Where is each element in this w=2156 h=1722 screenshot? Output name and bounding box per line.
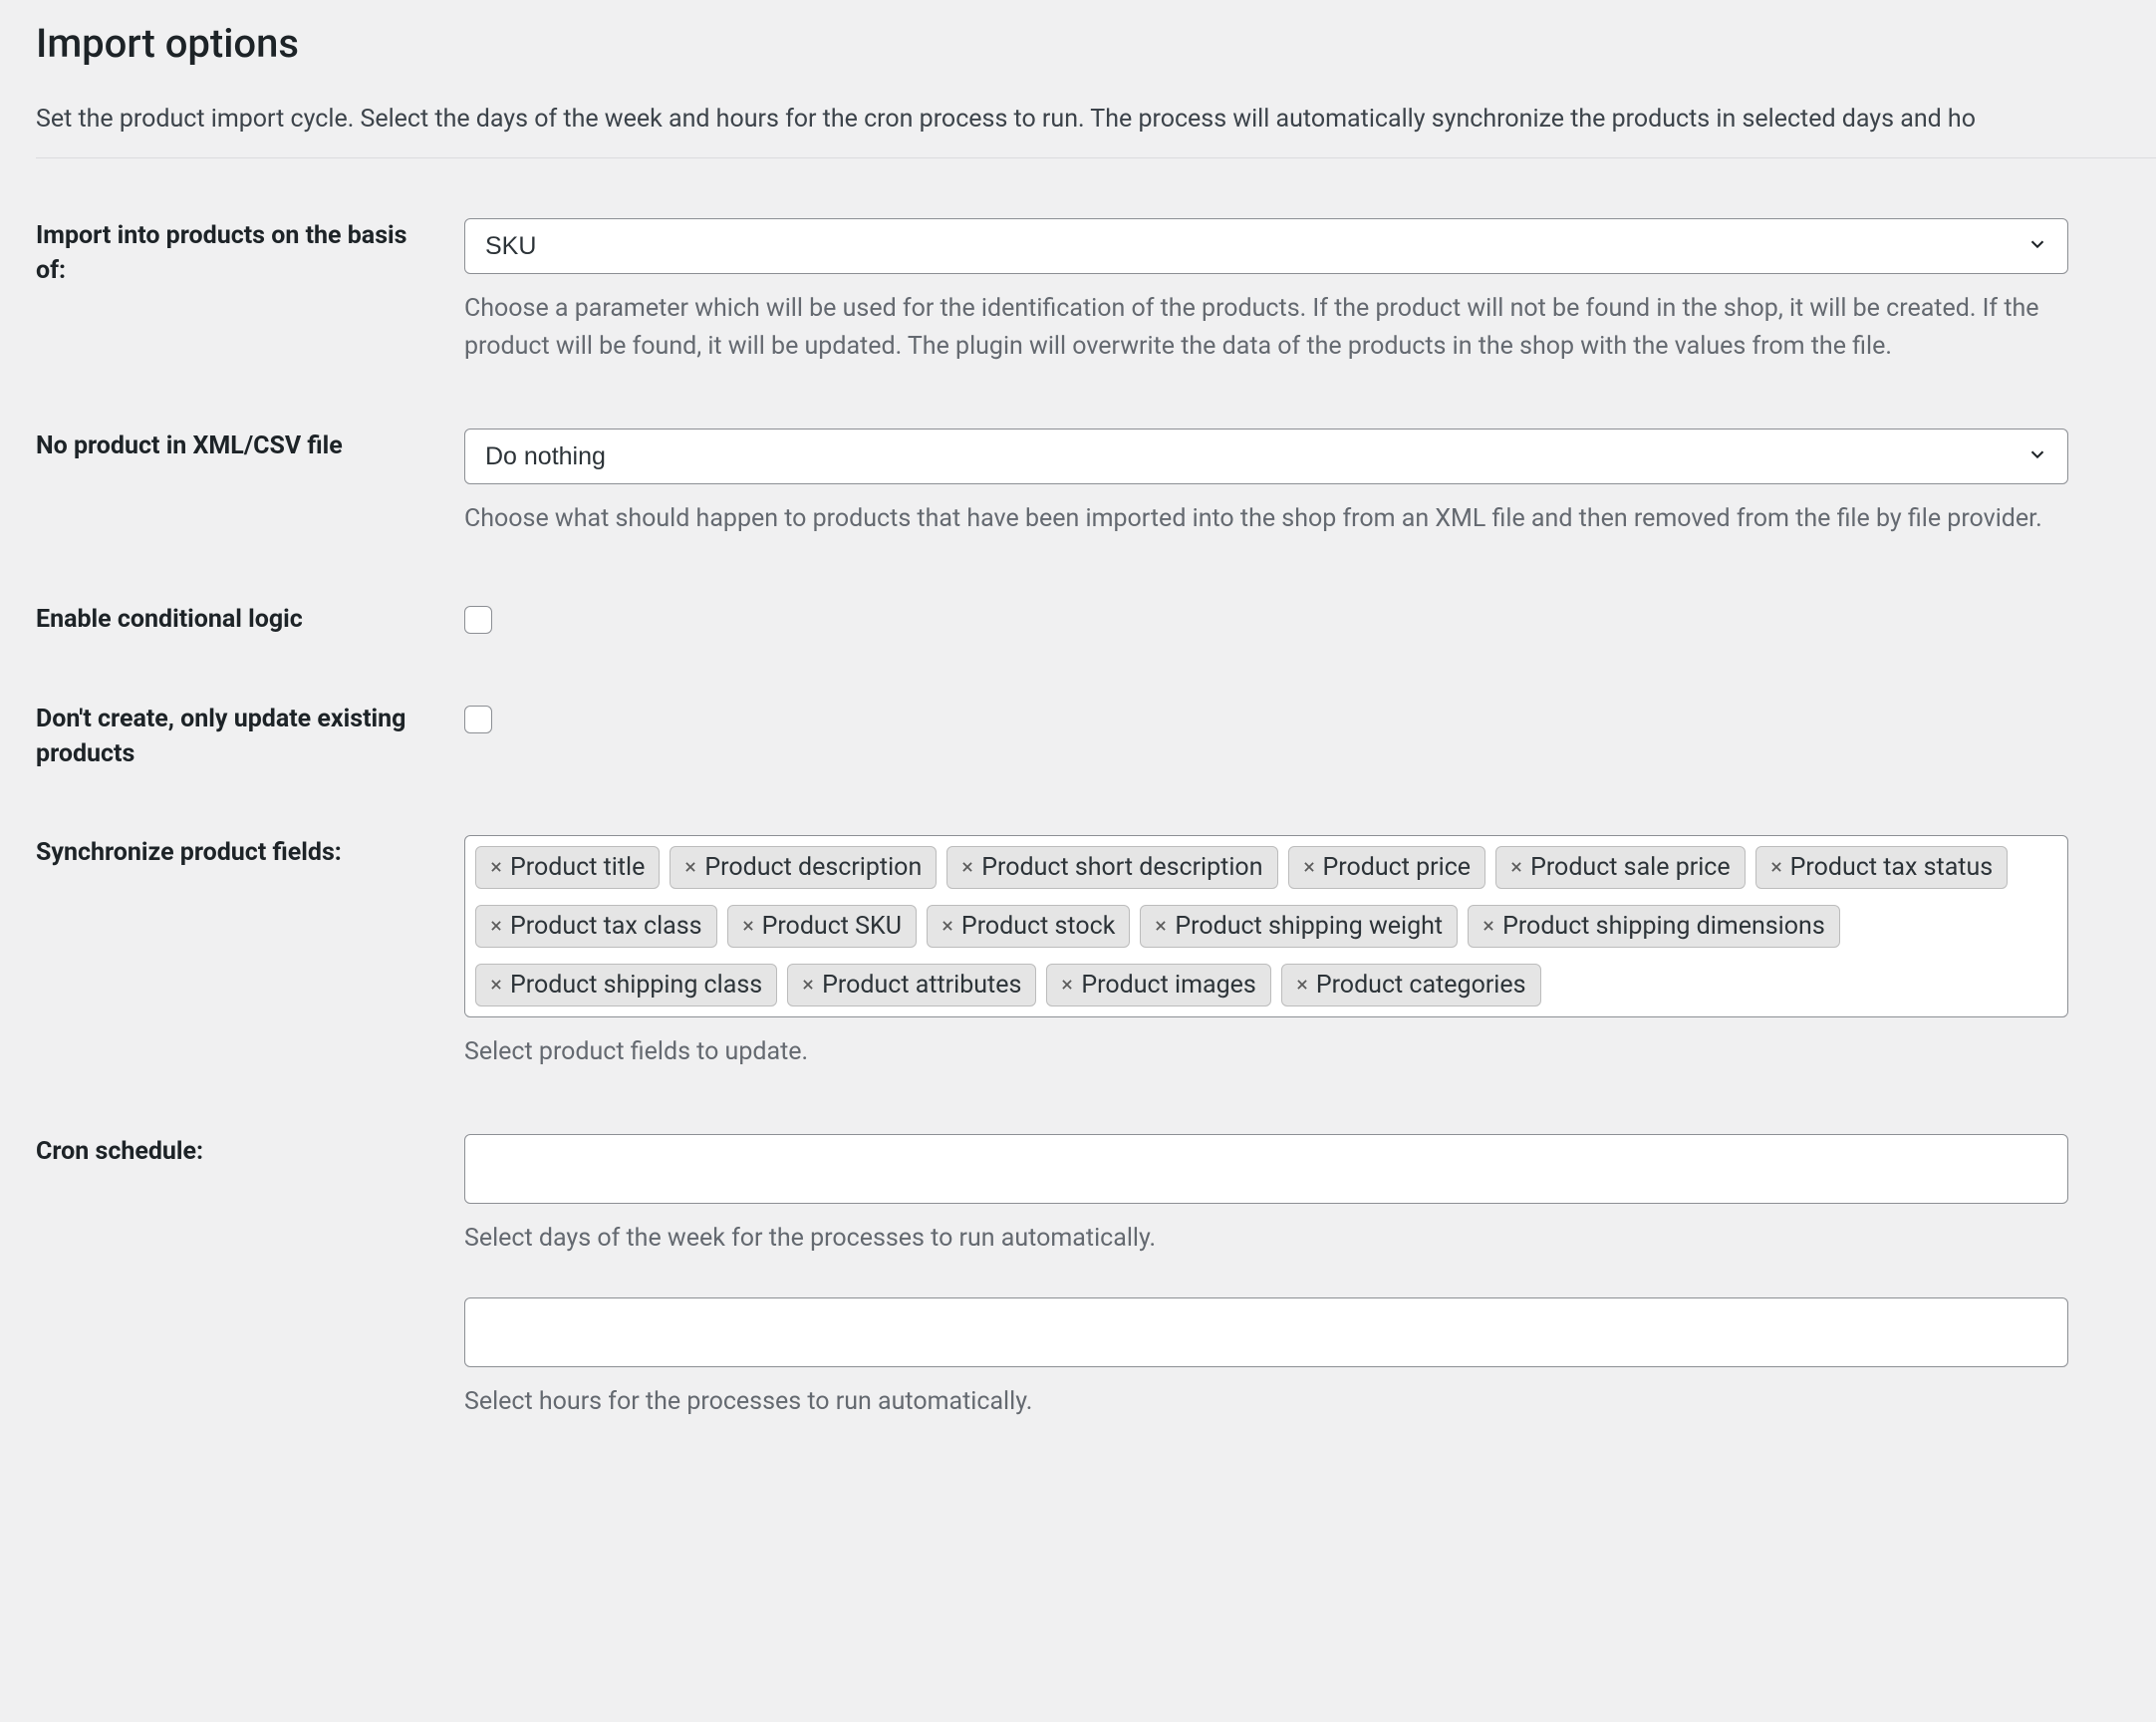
tag-label: Product stock xyxy=(961,912,1115,941)
tag-item: Product sale price xyxy=(1495,846,1746,889)
close-icon[interactable] xyxy=(738,916,758,936)
tag-item: Product stock xyxy=(927,905,1130,948)
tag-label: Product sale price xyxy=(1530,853,1731,882)
tagbox-sync-fields[interactable]: Product title Product description Product … xyxy=(464,835,2068,1017)
close-icon[interactable] xyxy=(1506,857,1526,877)
tag-label: Product description xyxy=(704,853,922,882)
close-icon[interactable] xyxy=(798,975,818,995)
tag-label: Product title xyxy=(510,853,645,882)
select-import-basis[interactable]: SKU xyxy=(464,218,2068,274)
close-icon[interactable] xyxy=(1151,916,1171,936)
tag-label: Product images xyxy=(1081,971,1255,1000)
tag-label: Product attributes xyxy=(822,971,1021,1000)
checkbox-update-only[interactable] xyxy=(464,706,492,733)
close-icon[interactable] xyxy=(1292,975,1312,995)
row-no-product: No product in XML/CSV file Do nothing Ch… xyxy=(36,429,2156,538)
input-cron-hours[interactable] xyxy=(464,1297,2068,1367)
tag-item: Product categories xyxy=(1281,964,1541,1006)
tag-item: Product tax class xyxy=(475,905,717,948)
tag-label: Product tax status xyxy=(1790,853,1994,882)
row-import-basis: Import into products on the basis of: SK… xyxy=(36,218,2156,365)
tag-item: Product description xyxy=(670,846,937,889)
row-conditional-logic: Enable conditional logic xyxy=(36,602,2156,638)
label-cron-schedule: Cron schedule: xyxy=(36,1134,434,1169)
tag-item: Product short description xyxy=(946,846,1277,889)
close-icon[interactable] xyxy=(486,857,506,877)
label-update-only: Don't create, only update existing produ… xyxy=(36,702,434,771)
label-import-basis: Import into products on the basis of: xyxy=(36,218,434,288)
section-divider xyxy=(36,157,2156,158)
tag-label: Product categories xyxy=(1316,971,1526,1000)
close-icon[interactable] xyxy=(486,916,506,936)
tag-label: Product short description xyxy=(981,853,1262,882)
close-icon[interactable] xyxy=(938,916,957,936)
close-icon[interactable] xyxy=(1057,975,1077,995)
tag-item: Product tax status xyxy=(1755,846,2009,889)
help-no-product: Choose what should happen to products th… xyxy=(464,500,2068,538)
help-import-basis: Choose a parameter which will be used fo… xyxy=(464,290,2068,365)
checkbox-conditional-logic[interactable] xyxy=(464,606,492,634)
label-conditional-logic: Enable conditional logic xyxy=(36,602,434,637)
row-sync-fields: Synchronize product fields: Product titl… xyxy=(36,835,2156,1071)
row-update-only: Don't create, only update existing produ… xyxy=(36,702,2156,771)
tag-item: Product images xyxy=(1046,964,1270,1006)
page-title: Import options xyxy=(36,20,2156,67)
tag-item: Product shipping class xyxy=(475,964,777,1006)
row-cron-schedule: Cron schedule: Select days of the week f… xyxy=(36,1134,2156,1420)
tag-item: Product attributes xyxy=(787,964,1036,1006)
close-icon[interactable] xyxy=(680,857,700,877)
tag-item: Product price xyxy=(1288,846,1486,889)
help-cron-hours: Select hours for the processes to run au… xyxy=(464,1383,2068,1421)
help-cron-days: Select days of the week for the processe… xyxy=(464,1220,2068,1258)
tag-item: Product shipping weight xyxy=(1140,905,1458,948)
page-intro: Set the product import cycle. Select the… xyxy=(36,105,2156,134)
close-icon[interactable] xyxy=(1766,857,1786,877)
select-no-product[interactable]: Do nothing xyxy=(464,429,2068,484)
close-icon[interactable] xyxy=(1479,916,1498,936)
tag-label: Product tax class xyxy=(510,912,702,941)
tag-label: Product shipping weight xyxy=(1175,912,1443,941)
tag-label: Product shipping class xyxy=(510,971,762,1000)
tag-item: Product shipping dimensions xyxy=(1468,905,1840,948)
close-icon[interactable] xyxy=(486,975,506,995)
help-sync-fields: Select product fields to update. xyxy=(464,1033,2068,1071)
tag-label: Product shipping dimensions xyxy=(1502,912,1825,941)
label-sync-fields: Synchronize product fields: xyxy=(36,835,434,870)
input-cron-days[interactable] xyxy=(464,1134,2068,1204)
close-icon[interactable] xyxy=(957,857,977,877)
tag-label: Product SKU xyxy=(762,912,902,941)
tag-label: Product price xyxy=(1323,853,1472,882)
tag-item: Product title xyxy=(475,846,660,889)
label-no-product: No product in XML/CSV file xyxy=(36,429,434,463)
close-icon[interactable] xyxy=(1299,857,1319,877)
tag-item: Product SKU xyxy=(727,905,917,948)
